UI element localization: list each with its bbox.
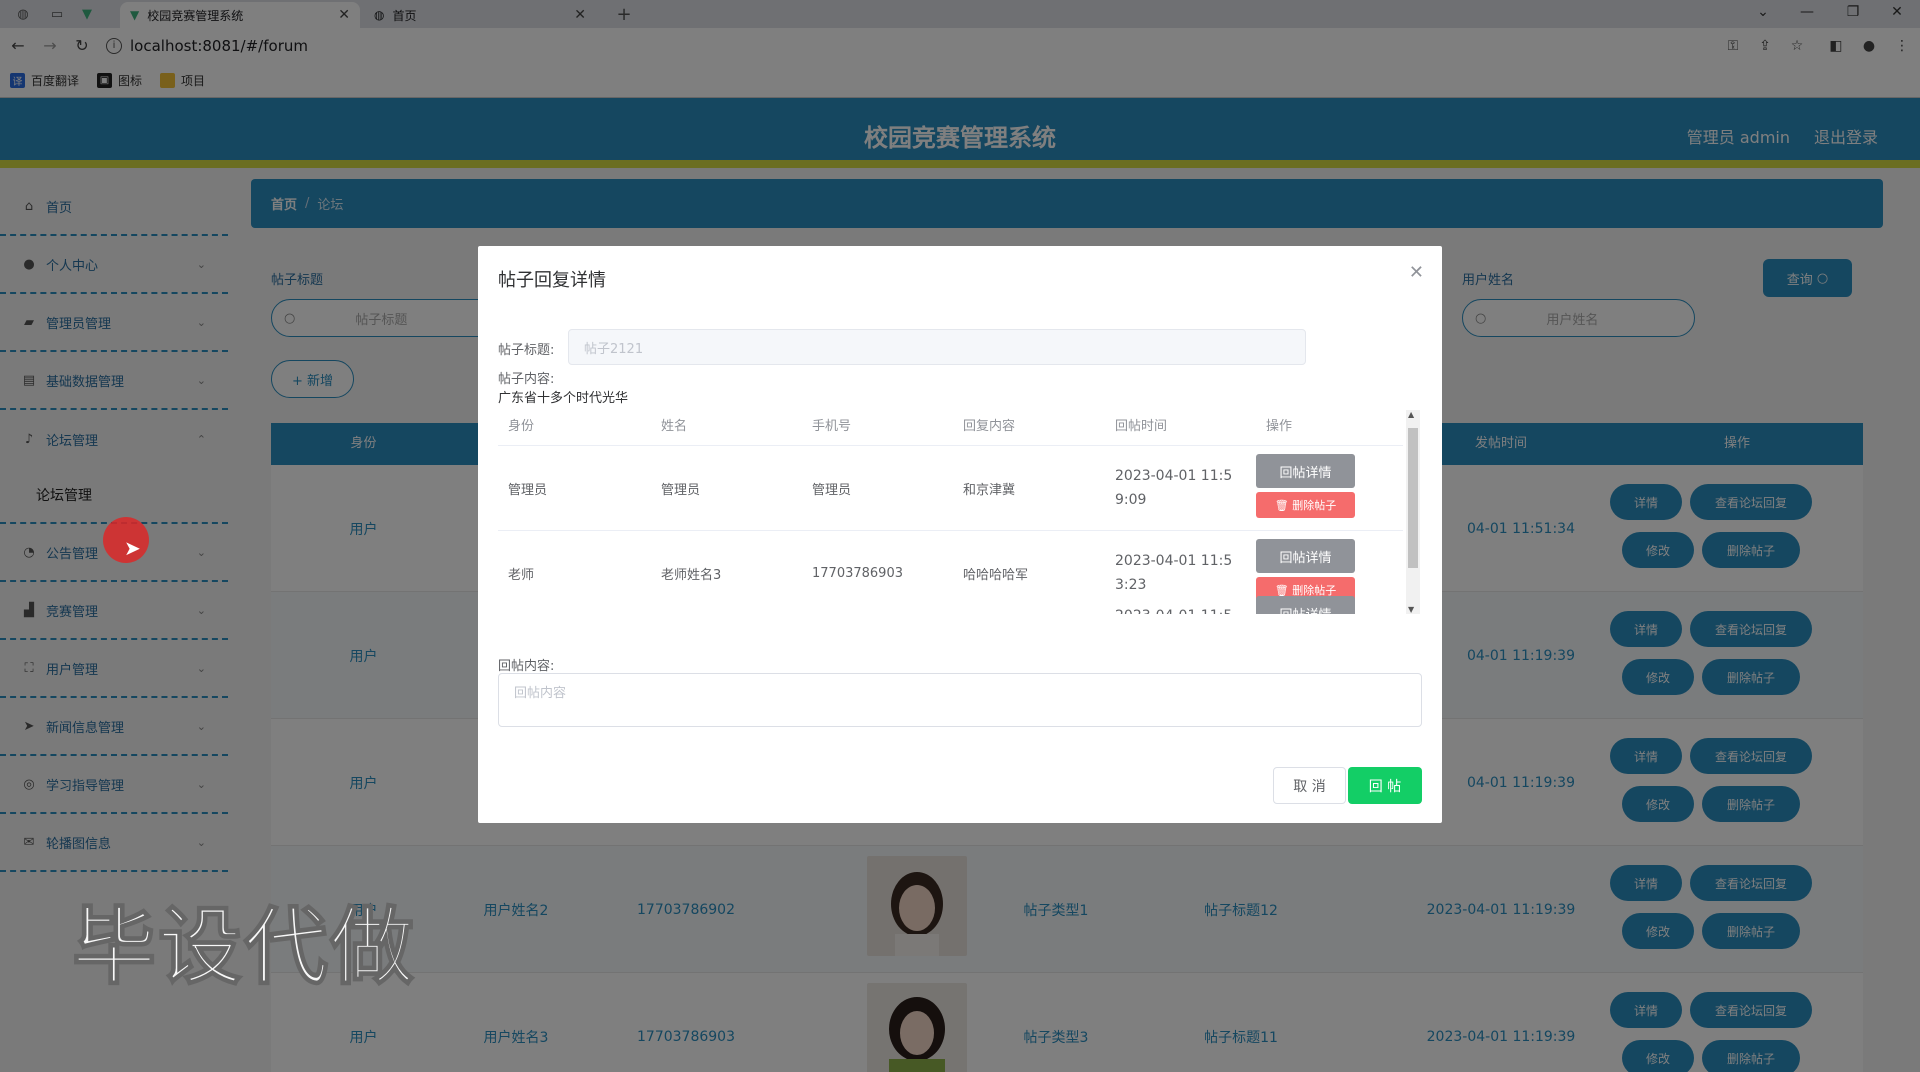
reply-time: 2023-04-01 11:59:09	[1115, 468, 1233, 508]
scroll-down-icon[interactable]: ▼	[1408, 605, 1414, 614]
cancel-button[interactable]: 取 消	[1273, 767, 1346, 804]
reply-name: 管理员	[661, 483, 701, 498]
reply-detail-button[interactable]: 回帖详情	[1256, 454, 1355, 488]
watermark-text: 毕设代做	[71, 897, 417, 997]
reply-content: 哈哈哈哈军	[963, 568, 1029, 583]
reply-content-label: 回帖内容:	[498, 659, 555, 674]
reply-content: 和京津冀	[963, 483, 1016, 498]
reply-detail-dialog: 帖子回复详情 ✕ 帖子标题: 帖子2121 帖子内容: 广东省十多个时代光华 身…	[478, 246, 1442, 823]
reply-identity: 管理员	[508, 483, 548, 498]
reply-phone: 17703786903	[812, 566, 903, 581]
post-content-label: 帖子内容:	[498, 372, 555, 387]
reply-table: 身份 姓名 手机号 回复内容 回帖时间 操作 管理员 管理员 管理员 和京津冀 …	[498, 408, 1422, 614]
reply-identity: 老师	[508, 568, 535, 583]
trash-icon: 🗑	[1274, 583, 1289, 597]
trash-icon: 🗑	[1274, 498, 1289, 512]
cursor-pointer-icon: ➤	[124, 536, 141, 560]
rth-identity: 身份	[508, 419, 535, 434]
reply-table-header: 身份 姓名 手机号 回复内容 回帖时间 操作	[498, 408, 1403, 446]
reply-time: 2023-04-01 11:51:3	[1115, 604, 1243, 614]
reply-table-scrollbar[interactable]: ▲ ▼	[1406, 410, 1420, 614]
delete-post-button[interactable]: 🗑 删除帖子	[1256, 492, 1355, 518]
close-icon[interactable]: ✕	[1409, 262, 1424, 283]
dialog-title: 帖子回复详情	[498, 270, 606, 291]
reply-row: 管理员 管理员 管理员 和京津冀 2023-04-01 11:59:09 回帖详…	[498, 446, 1403, 531]
scroll-up-icon[interactable]: ▲	[1408, 410, 1414, 419]
post-title-input: 帖子2121	[568, 329, 1306, 365]
rth-time: 回帖时间	[1115, 419, 1168, 434]
rth-name: 姓名	[661, 419, 688, 434]
submit-reply-button[interactable]: 回 帖	[1348, 767, 1422, 804]
reply-time: 2023-04-01 11:53:23	[1115, 553, 1233, 593]
reply-name: 老师姓名3	[661, 568, 722, 583]
reply-phone: 管理员	[812, 483, 852, 498]
reply-content-textarea[interactable]: 回帖内容	[498, 673, 1422, 727]
rth-actions: 操作	[1266, 419, 1293, 434]
post-title-label: 帖子标题:	[498, 343, 555, 358]
rth-content: 回复内容	[963, 419, 1016, 434]
post-content-value: 广东省十多个时代光华	[498, 391, 629, 406]
rth-phone: 手机号	[812, 419, 852, 434]
reply-detail-button[interactable]: 回帖详情	[1256, 539, 1355, 573]
scroll-thumb[interactable]	[1408, 428, 1418, 568]
delete-post-label: 删除帖子	[1292, 499, 1337, 512]
reply-detail-button[interactable]: 回帖详情	[1256, 596, 1355, 614]
